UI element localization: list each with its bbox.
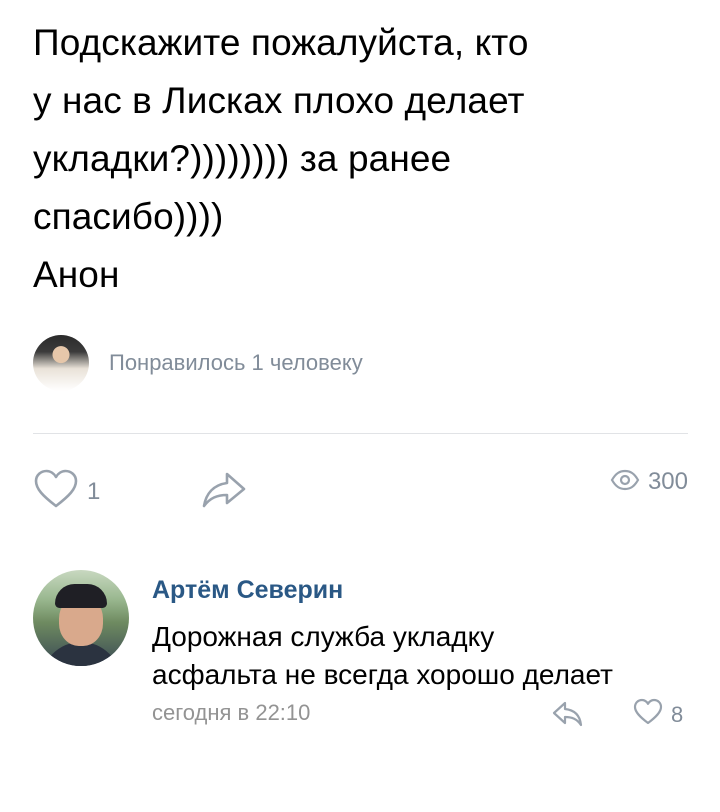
post-text-line: спасибо))))	[33, 196, 224, 237]
eye-icon	[610, 469, 640, 496]
comment-text-line: Дорожная служба укладку	[152, 621, 495, 652]
reply-button[interactable]	[551, 700, 583, 733]
reply-arrow-icon	[551, 701, 583, 732]
post-actions: 1 300	[33, 468, 688, 512]
post-text-line: у нас в Лисках плохо делает	[33, 80, 525, 121]
like-count: 1	[87, 477, 101, 505]
share-button[interactable]	[201, 470, 247, 515]
likers-text[interactable]: Понравилось 1 человеку	[109, 350, 363, 376]
liker-avatar[interactable]	[33, 335, 89, 391]
post-text: Подскажите пожалуйста, кто у нас в Лиска…	[33, 14, 693, 304]
share-arrow-icon	[201, 472, 247, 514]
heart-outline-icon	[33, 468, 79, 515]
post-text-line: Подскажите пожалуйста, кто	[33, 22, 529, 63]
comment-like-button[interactable]: 8	[633, 698, 683, 731]
comment-timestamp: сегодня в 22:10	[152, 700, 311, 725]
comment-text: Дорожная служба укладку асфальта не всег…	[152, 618, 712, 694]
heart-outline-icon	[633, 698, 663, 731]
divider	[33, 433, 688, 434]
post-text-line: Анон	[33, 254, 120, 295]
comment-like-count: 8	[671, 701, 684, 727]
like-button[interactable]: 1	[33, 468, 100, 515]
likers-row[interactable]: Понравилось 1 человеку	[33, 335, 363, 391]
views-count: 300	[647, 468, 688, 495]
comment-author-avatar[interactable]	[33, 570, 129, 666]
comment-author-name[interactable]: Артём Северин	[152, 576, 343, 605]
views-counter: 300	[610, 468, 688, 496]
comment-text-line: асфальта не всегда хорошо делает	[152, 659, 613, 690]
post-text-line: укладки?)))))))) за ранее	[33, 138, 452, 179]
